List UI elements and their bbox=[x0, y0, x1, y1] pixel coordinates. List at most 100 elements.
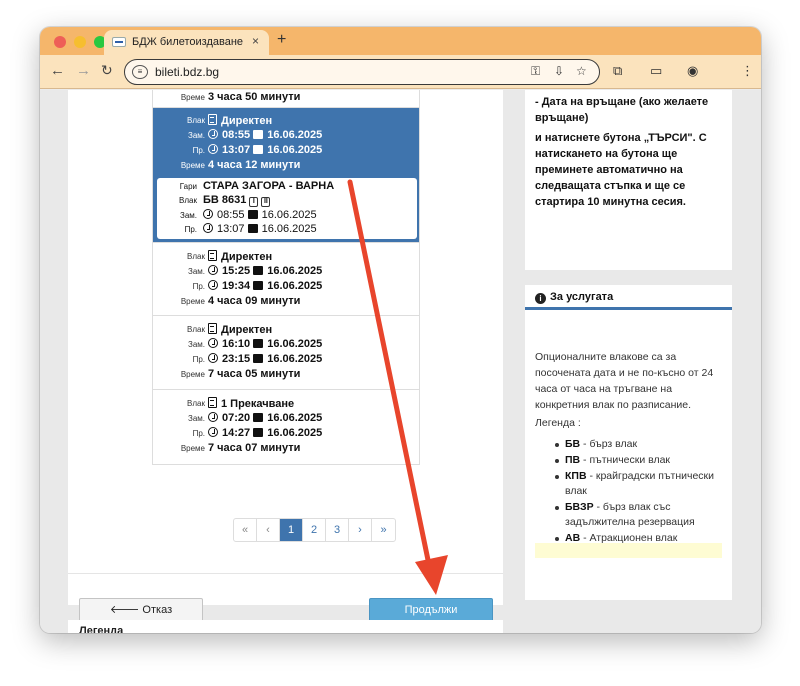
departure-label: Зам. bbox=[187, 414, 205, 423]
extensions-icon[interactable]: ⧉ bbox=[613, 63, 622, 79]
departure-time: 07:20 bbox=[222, 412, 251, 424]
departure-time: 15:25 bbox=[222, 265, 251, 277]
browser-toolbar: ← → ↻ ≡ bileti.bdz.bg ⚿ ⇩ ☆ ⧉ ▭ ◉ ⋮ bbox=[40, 55, 761, 89]
train-label: Влак bbox=[187, 325, 205, 334]
duration-value: 7 часа 07 минути bbox=[208, 442, 301, 454]
back-arrow-icon[interactable]: ← bbox=[50, 62, 65, 79]
calendar-icon bbox=[253, 266, 264, 275]
duration-value: 4 часа 09 минути bbox=[208, 295, 301, 307]
departure-time: 08:55 bbox=[222, 129, 251, 141]
arrival-date: 16.06.2025 bbox=[267, 280, 323, 292]
list-item[interactable]: Влак Директен Зам. 16:10 16.06.2025 Пр. 23:… bbox=[153, 316, 419, 390]
train-options-list: Време 3 часа 50 минути Влак Директен Зам… bbox=[152, 90, 420, 465]
url-text[interactable]: bileti.bdz.bg bbox=[155, 65, 219, 79]
train-label: Влак bbox=[179, 196, 197, 205]
list-item[interactable]: Влак 1 Прекачване Зам. 07:20 16.06.2025 Пр… bbox=[153, 390, 419, 464]
install-app-icon[interactable]: ⇩ bbox=[554, 64, 564, 78]
arrival-time: 23:15 bbox=[222, 353, 251, 365]
clock-icon bbox=[208, 265, 218, 275]
key-icon[interactable]: ⚿ bbox=[531, 64, 540, 79]
cancel-button[interactable]: 🡐 Отказ bbox=[79, 598, 203, 622]
duration-value: 3 часа 50 минути bbox=[208, 91, 301, 103]
list-item: КПВ - крайградски пътнически влак bbox=[555, 469, 730, 499]
tab-bar: БДЖ билетоиздаване × + bbox=[40, 27, 761, 55]
arrival-time: 14:27 bbox=[222, 427, 251, 439]
arrival-date: 16.06.2025 bbox=[267, 353, 323, 365]
departure-label: Зам. bbox=[187, 131, 205, 140]
instruction-return-date: - Дата на връщане (ако желаете връщане) bbox=[535, 96, 709, 124]
departure-label: Зам. bbox=[179, 211, 197, 220]
calendar-icon bbox=[253, 339, 264, 348]
browser-window: БДЖ билетоиздаване × + ← → ↻ ≡ bileti.bd… bbox=[40, 27, 761, 633]
info-icon: i bbox=[535, 293, 546, 304]
clock-icon bbox=[203, 209, 213, 219]
train-type: Директен bbox=[221, 324, 273, 336]
service-title: За услугата bbox=[550, 291, 614, 303]
calendar-icon bbox=[247, 210, 258, 219]
departure-label: Зам. bbox=[187, 267, 205, 276]
profile-icon[interactable]: ◉ bbox=[687, 63, 698, 79]
reload-icon[interactable]: ↻ bbox=[101, 62, 113, 79]
duration-label: Време bbox=[180, 161, 205, 170]
duration-label: Време bbox=[180, 370, 205, 379]
arrival-label: Пр. bbox=[192, 282, 205, 291]
service-legend-label: Легенда : bbox=[535, 417, 581, 429]
menu-kebab-icon[interactable]: ⋮ bbox=[741, 63, 754, 79]
forward-arrow-icon[interactable]: → bbox=[76, 62, 91, 79]
close-window-button[interactable] bbox=[54, 36, 66, 48]
continue-button[interactable]: Продължи bbox=[369, 598, 493, 622]
bookmark-star-icon[interactable]: ☆ bbox=[576, 64, 587, 78]
page-2-button[interactable]: 2 bbox=[303, 519, 326, 541]
calendar-icon bbox=[253, 413, 264, 422]
arrival-label: Пр. bbox=[184, 225, 197, 234]
list-item: БВ - бърз влак bbox=[555, 437, 730, 452]
clock-icon bbox=[208, 338, 218, 348]
browser-tab[interactable]: БДЖ билетоиздаване × bbox=[104, 30, 269, 55]
duration-label: Време bbox=[180, 297, 205, 306]
list-item[interactable]: Време 3 часа 50 минути bbox=[153, 90, 419, 108]
page-prev-button[interactable]: ‹ bbox=[257, 519, 280, 541]
train-document-icon bbox=[208, 250, 217, 261]
service-header: i За услугата bbox=[525, 285, 732, 310]
tab-close-icon[interactable]: × bbox=[252, 34, 259, 48]
results-panel: Време 3 часа 50 минути Влак Директен Зам… bbox=[68, 90, 503, 622]
list-item[interactable]: Влак Директен Зам. 15:25 16.06.2025 Пр. 19:… bbox=[153, 243, 419, 316]
calendar-icon bbox=[253, 354, 264, 363]
reading-list-icon[interactable]: ▭ bbox=[650, 63, 662, 79]
duration-value: 7 часа 05 минути bbox=[208, 368, 301, 380]
clock-icon bbox=[208, 144, 218, 154]
selected-train-option[interactable]: Влак Директен Зам. 08:55 16.06.2025 Пр. … bbox=[153, 108, 419, 243]
departure-date: 16.06.2025 bbox=[267, 412, 323, 424]
instructions-panel: - Дата на връщане (ако желаете връщане) … bbox=[525, 90, 732, 270]
second-class-badge: II bbox=[261, 197, 271, 207]
list-item: ПВ - пътнически влак bbox=[555, 453, 730, 468]
train-document-icon bbox=[208, 397, 217, 408]
departure-date: 16.06.2025 bbox=[267, 338, 323, 350]
site-settings-icon[interactable]: ≡ bbox=[132, 65, 148, 79]
notice-bar bbox=[535, 543, 722, 558]
train-type: 1 Прекачване bbox=[221, 398, 295, 410]
calendar-icon bbox=[253, 281, 264, 290]
duration-label: Време bbox=[180, 93, 205, 102]
service-description: Опционалните влакове са за посочената да… bbox=[535, 351, 714, 411]
calendar-icon bbox=[253, 428, 264, 437]
stations-value: СТАРА ЗАГОРА - ВАРНА bbox=[203, 180, 335, 192]
arrival-time: 19:34 bbox=[222, 280, 251, 292]
page-next-button[interactable]: › bbox=[349, 519, 372, 541]
page-3-button[interactable]: 3 bbox=[326, 519, 349, 541]
new-tab-icon[interactable]: + bbox=[277, 31, 286, 49]
page-content: Време 3 часа 50 минути Влак Директен Зам… bbox=[40, 90, 761, 633]
address-bar[interactable]: ≡ bileti.bdz.bg ⚿ ⇩ ☆ bbox=[124, 59, 600, 85]
page-first-button[interactable]: « bbox=[234, 519, 257, 541]
clock-icon bbox=[208, 280, 218, 290]
legend-panel: Легенда bbox=[68, 620, 503, 633]
page-1-button[interactable]: 1 bbox=[280, 519, 303, 541]
page-last-button[interactable]: » bbox=[372, 519, 395, 541]
minimize-window-button[interactable] bbox=[74, 36, 86, 48]
train-label: Влак bbox=[187, 116, 205, 125]
train-type: Директен bbox=[221, 251, 273, 263]
legend-heading: Легенда bbox=[79, 625, 124, 633]
clock-icon bbox=[208, 353, 218, 363]
train-detail-card: Гари СТАРА ЗАГОРА - ВАРНА Влак БВ 8631 I I… bbox=[157, 178, 417, 239]
train-number: БВ 8631 bbox=[203, 194, 247, 206]
